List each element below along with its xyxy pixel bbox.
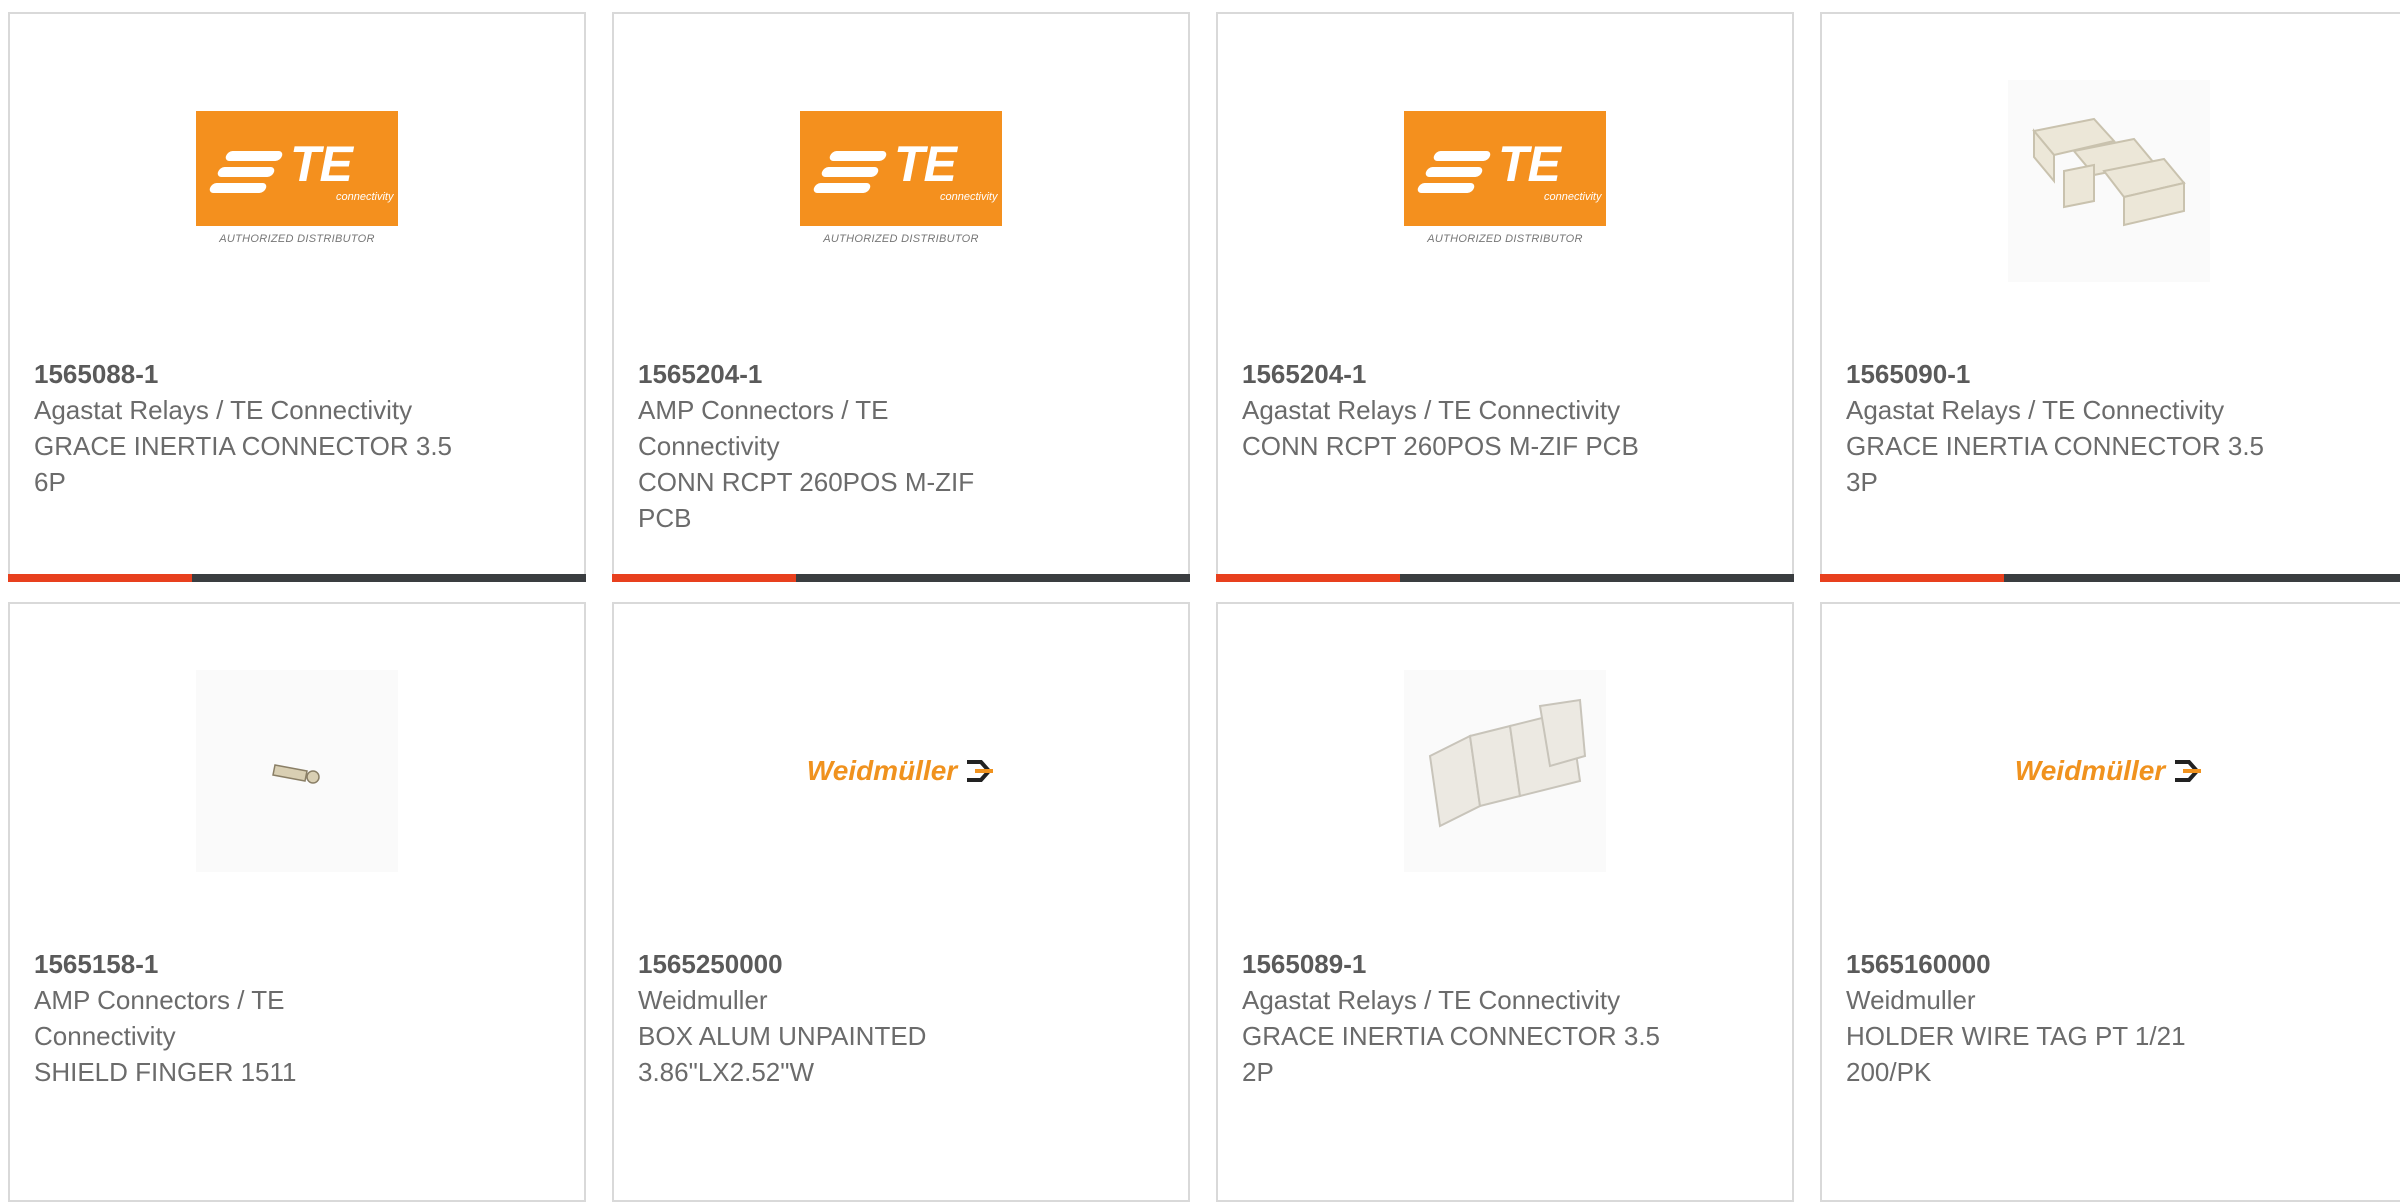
description: BOX ALUM UNPAINTED 3.86"LX2.52"W xyxy=(638,1021,927,1087)
product-card[interactable]: TE connectivity AUTHORIZED DISTRIBUTOR 1… xyxy=(8,12,586,582)
description: CONN RCPT 260POS M-ZIF PCB xyxy=(1242,431,1639,461)
card-bar xyxy=(1216,574,1794,582)
connector-photo xyxy=(2008,80,2210,282)
product-image[interactable]: TE connectivity AUTHORIZED DISTRIBUTOR xyxy=(1404,80,1606,282)
product-image[interactable]: TE connectivity AUTHORIZED DISTRIBUTOR xyxy=(800,80,1002,282)
part-number[interactable]: 1565090-1 xyxy=(1846,356,2266,392)
product-image[interactable] xyxy=(196,670,398,872)
brand: AMP Connectors / TE Connectivity xyxy=(34,985,285,1051)
product-card[interactable]: Weidmüller 1565250000 Weidmuller BOX ALU… xyxy=(612,602,1190,1202)
brand: Weidmuller xyxy=(638,985,768,1015)
part-number[interactable]: 1565158-1 xyxy=(34,946,364,982)
product-image[interactable]: Weidmüller xyxy=(800,670,1002,872)
weidmuller-logo: Weidmüller xyxy=(2015,755,2203,787)
description: GRACE INERTIA CONNECTOR 3.5 6P xyxy=(34,431,453,497)
product-card[interactable]: 1565090-1 Agastat Relays / TE Connectivi… xyxy=(1820,12,2400,582)
te-connectivity-logo: TE connectivity AUTHORIZED DISTRIBUTOR xyxy=(1404,111,1606,251)
description: GRACE INERTIA CONNECTOR 3.5 3P xyxy=(1846,431,2265,497)
brand: Agastat Relays / TE Connectivity xyxy=(1242,985,1621,1015)
card-bar xyxy=(612,574,1190,582)
te-connectivity-logo: TE connectivity AUTHORIZED DISTRIBUTOR xyxy=(196,111,398,251)
te-connectivity-logo: TE connectivity AUTHORIZED DISTRIBUTOR xyxy=(800,111,1002,251)
part-number[interactable]: 1565160000 xyxy=(1846,946,2276,982)
product-image[interactable] xyxy=(2008,80,2210,282)
description: GRACE INERTIA CONNECTOR 3.5 2P xyxy=(1242,1021,1661,1087)
product-image[interactable]: TE connectivity AUTHORIZED DISTRIBUTOR xyxy=(196,80,398,282)
product-image[interactable]: Weidmüller xyxy=(2008,670,2210,872)
part-number[interactable]: 1565204-1 xyxy=(1242,356,1642,392)
description: CONN RCPT 260POS M-ZIF PCB xyxy=(638,467,975,533)
card-bar xyxy=(1820,574,2400,582)
product-image[interactable] xyxy=(1404,670,1606,872)
product-card[interactable]: 1565158-1 AMP Connectors / TE Connectivi… xyxy=(8,602,586,1202)
brand: Agastat Relays / TE Connectivity xyxy=(34,395,413,425)
description: HOLDER WIRE TAG PT 1/21 200/PK xyxy=(1846,1021,2186,1087)
part-number[interactable]: 1565204-1 xyxy=(638,356,1018,392)
brand: AMP Connectors / TE Connectivity xyxy=(638,395,889,461)
part-number[interactable]: 1565088-1 xyxy=(34,356,464,392)
shield-finger-photo xyxy=(196,670,398,872)
product-card[interactable]: TE connectivity AUTHORIZED DISTRIBUTOR 1… xyxy=(612,12,1190,582)
connector-photo xyxy=(1404,670,1606,872)
weidmuller-logo: Weidmüller xyxy=(807,755,995,787)
brand: Weidmuller xyxy=(1846,985,1976,1015)
description: SHIELD FINGER 1511 xyxy=(34,1057,297,1087)
part-number[interactable]: 1565250000 xyxy=(638,946,1068,982)
brand: Agastat Relays / TE Connectivity xyxy=(1242,395,1621,425)
card-bar xyxy=(8,574,586,582)
product-card[interactable]: 1565089-1 Agastat Relays / TE Connectivi… xyxy=(1216,602,1794,1202)
product-card[interactable]: TE connectivity AUTHORIZED DISTRIBUTOR 1… xyxy=(1216,12,1794,582)
brand: Agastat Relays / TE Connectivity xyxy=(1846,395,2225,425)
product-card[interactable]: Weidmüller 1565160000 Weidmuller HOLDER … xyxy=(1820,602,2400,1202)
part-number[interactable]: 1565089-1 xyxy=(1242,946,1672,982)
